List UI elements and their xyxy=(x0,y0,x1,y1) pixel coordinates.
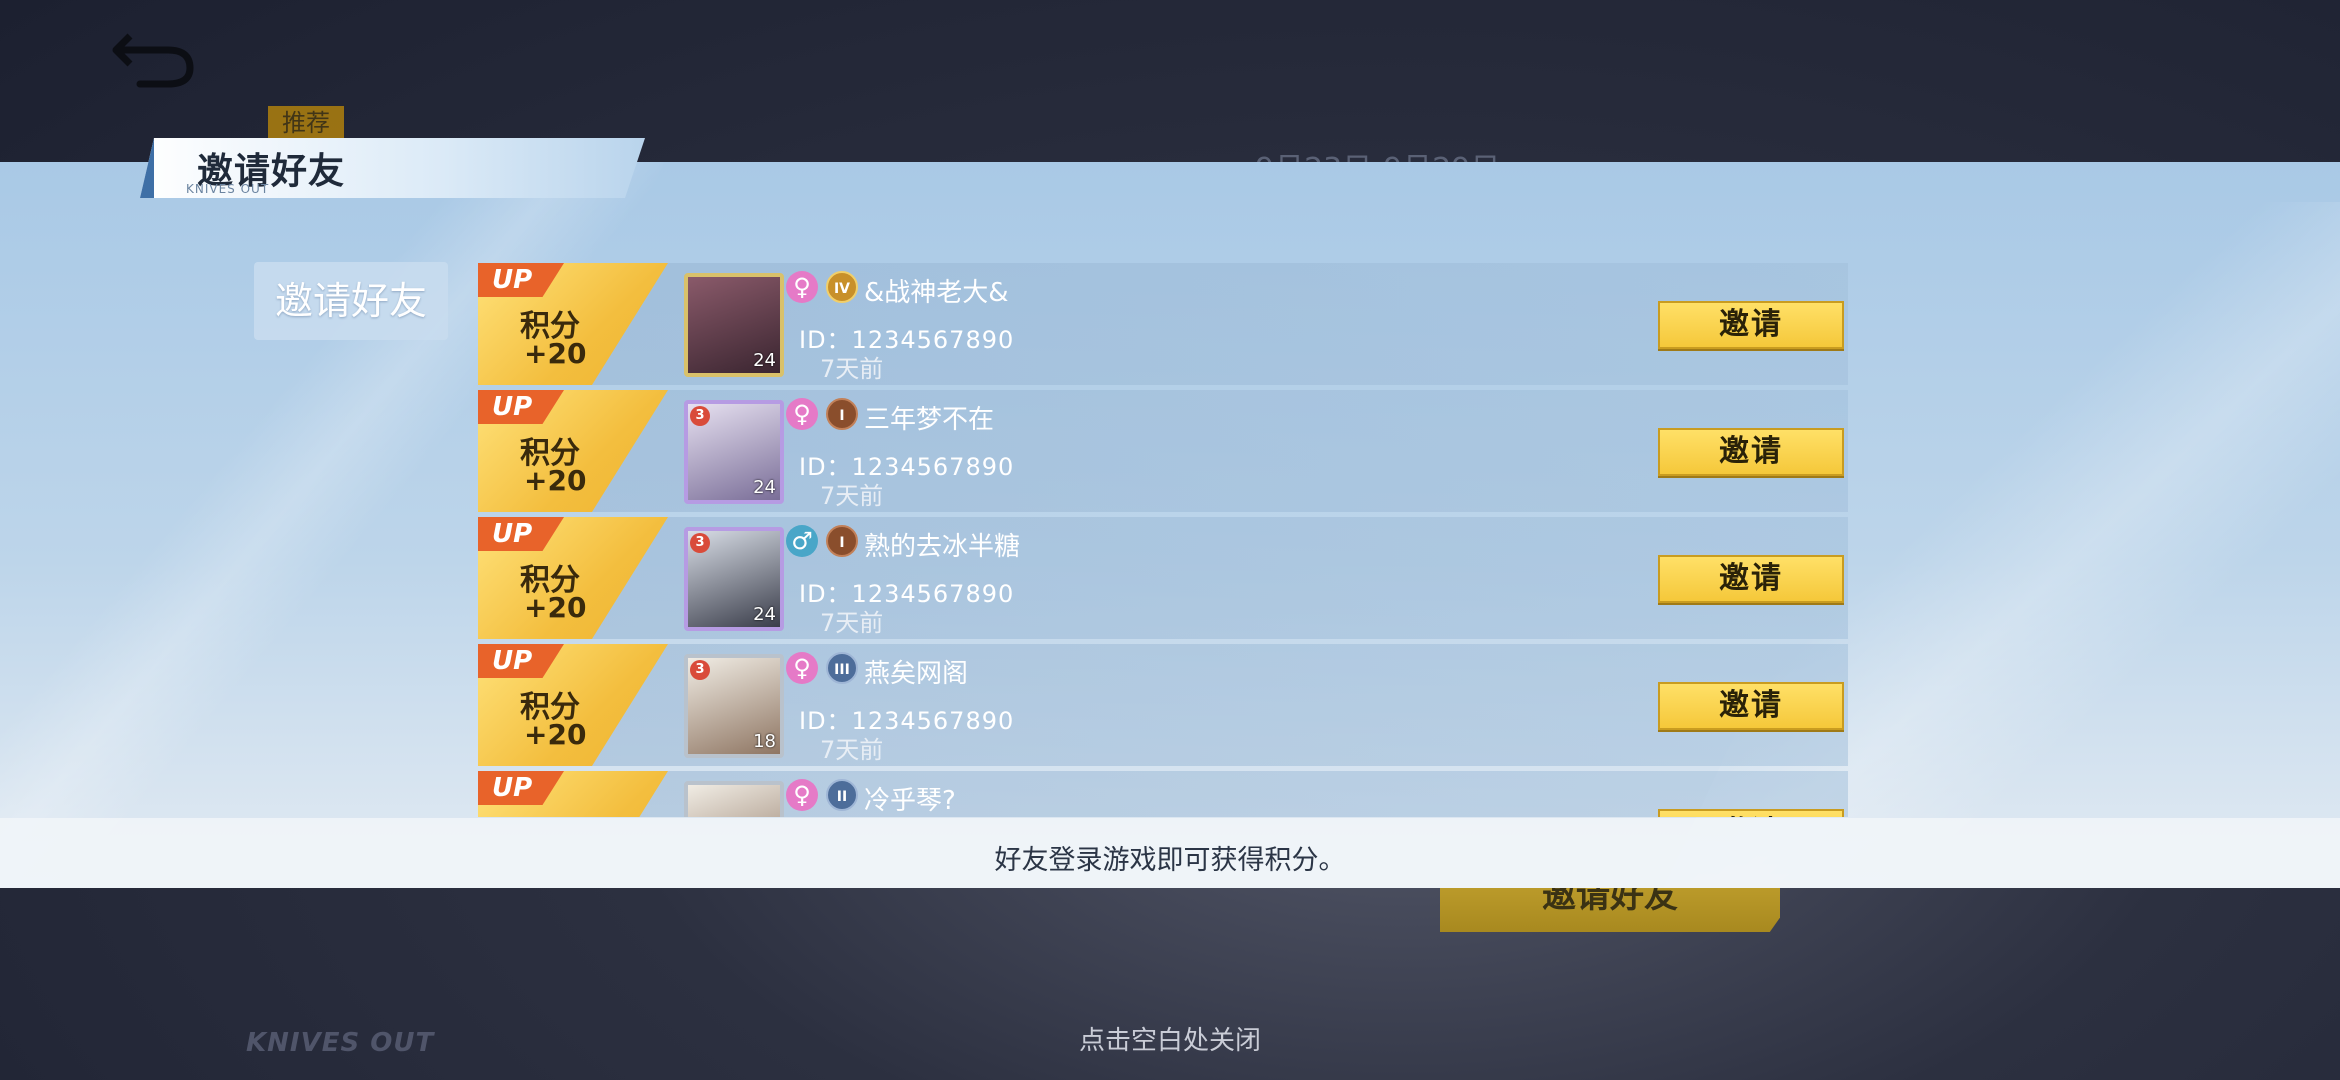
list-item: UP 积分 +20 3 18 ♀ III 燕矣网阁 ID：1234567890 … xyxy=(478,644,1848,766)
avatar[interactable]: 3 24 xyxy=(684,400,784,504)
points-value: +20 xyxy=(524,591,587,624)
points-value: +20 xyxy=(524,337,587,370)
friend-name: &战神老大& xyxy=(864,278,1009,308)
last-online: 7天前 xyxy=(820,736,884,764)
last-online: 7天前 xyxy=(820,609,884,637)
close-hint[interactable]: 点击空白处关闭 xyxy=(0,1020,2340,1057)
points-label: 积分 xyxy=(520,809,580,817)
avatar[interactable]: 3 24 xyxy=(684,527,784,631)
tier-icon: IV xyxy=(826,271,858,303)
list-item: UP 积分 +20 24 ♀ IV &战神老大& ID：1234567890 7… xyxy=(478,263,1848,385)
invite-button[interactable]: 邀请 xyxy=(1658,682,1844,730)
back-arrow-icon[interactable] xyxy=(110,26,196,90)
tab-invite-friends[interactable]: 邀请好友 xyxy=(254,262,448,340)
female-icon: ♀ xyxy=(786,652,818,684)
friend-name: 三年梦不在 xyxy=(864,405,995,435)
list-item: UP 积分 +20 3 24 ♂ I 熟的去冰半糖 ID：1234567890 … xyxy=(478,517,1848,639)
level: 24 xyxy=(753,604,776,625)
male-icon: ♂ xyxy=(786,525,818,557)
friend-name: 熟的去冰半糖 xyxy=(864,532,1021,562)
friend-name: 燕矣网阁 xyxy=(864,659,969,689)
last-online: 7天前 xyxy=(820,355,884,383)
female-icon: ♀ xyxy=(786,779,818,811)
friend-name: 冷乎琴? xyxy=(864,786,956,816)
level: 24 xyxy=(753,350,776,371)
avatar[interactable]: 24 xyxy=(684,273,784,377)
level: 24 xyxy=(753,477,776,498)
panel-subtitle: KNIVES OUT xyxy=(186,182,270,196)
invite-button[interactable]: 邀请 xyxy=(1658,301,1844,349)
rank-badge: 3 xyxy=(690,533,710,553)
friend-list[interactable]: UP 积分 +20 24 ♀ IV &战神老大& ID：1234567890 7… xyxy=(478,263,1848,817)
points-value: +20 xyxy=(524,718,587,751)
rank-badge: 3 xyxy=(690,660,710,680)
tier-icon: II xyxy=(826,779,858,811)
list-item: UP 积分 ♀ II 冷乎琴? 邀请 xyxy=(478,771,1848,817)
invite-button[interactable]: 邀请 xyxy=(1658,428,1844,476)
tier-icon: I xyxy=(826,525,858,557)
female-icon: ♀ xyxy=(786,398,818,430)
footer-hint: 好友登录游戏即可获得积分。 xyxy=(0,818,2340,888)
tier-icon: III xyxy=(826,652,858,684)
tier-icon: I xyxy=(826,398,858,430)
invite-button[interactable]: 邀请 xyxy=(1658,809,1844,817)
level: 18 xyxy=(753,731,776,752)
last-online: 7天前 xyxy=(820,482,884,510)
avatar[interactable] xyxy=(684,781,784,817)
avatar[interactable]: 3 18 xyxy=(684,654,784,758)
invite-button[interactable]: 邀请 xyxy=(1658,555,1844,603)
list-item: UP 积分 +20 3 24 ♀ I 三年梦不在 ID：1234567890 7… xyxy=(478,390,1848,512)
rank-badge: 3 xyxy=(690,406,710,426)
points-value: +20 xyxy=(524,464,587,497)
recommend-tag: 推荐 xyxy=(268,106,344,140)
female-icon: ♀ xyxy=(786,271,818,303)
